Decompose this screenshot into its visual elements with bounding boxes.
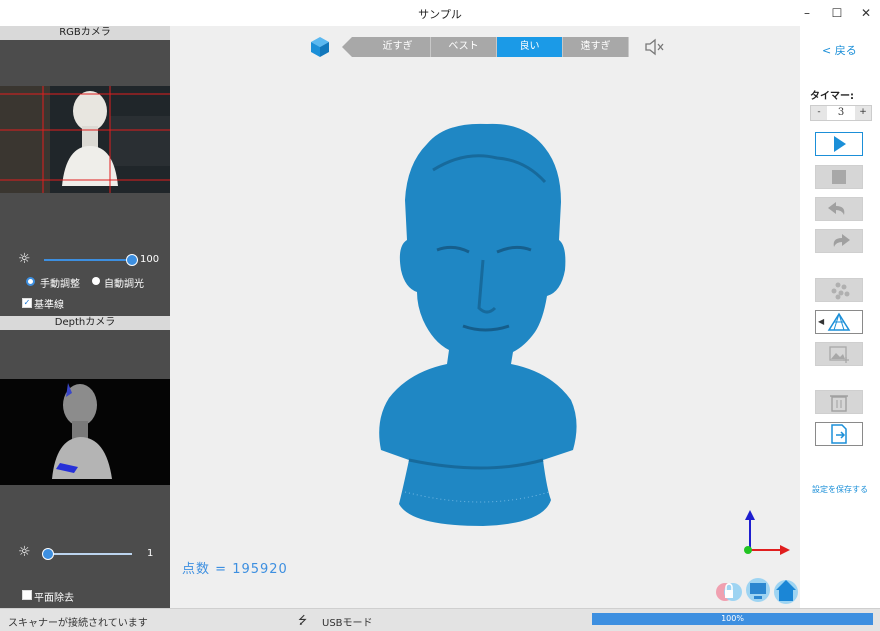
title-bar: サンプル – ☐ ✕ — [0, 0, 880, 27]
depth-camera-header: Depthカメラ — [0, 316, 170, 330]
close-button[interactable]: ✕ — [851, 4, 880, 22]
timer-stepper[interactable]: - 3 + — [810, 105, 872, 121]
point-count-label: 点数 — [182, 562, 211, 577]
brightness-icon: ☼ — [18, 251, 31, 267]
export-button[interactable] — [815, 422, 863, 446]
point-count-equals: = — [215, 562, 228, 577]
back-link[interactable]: < 戻る — [822, 42, 857, 58]
timer-value[interactable]: 3 — [827, 106, 855, 120]
timer-plus-button[interactable]: + — [855, 106, 871, 120]
timer-label: タイマー: — [810, 91, 854, 102]
progress-text: 100% — [721, 614, 744, 623]
rgb-brightness-value: 100 — [140, 254, 160, 265]
start-scan-button[interactable] — [815, 132, 863, 156]
usb-icon: ⭍ — [298, 614, 308, 627]
plane-removal-label: 平面除去 — [34, 593, 74, 604]
quality-segment-2: ベスト — [431, 37, 497, 57]
undo-icon — [828, 202, 845, 215]
depth-brightness-slider[interactable] — [44, 553, 132, 555]
depth-camera-preview — [0, 379, 170, 485]
usb-mode-text: USBモード — [322, 618, 373, 629]
device-screen-icon[interactable] — [744, 576, 772, 607]
caret-left-icon: ◀ — [818, 317, 825, 326]
right-panel: < 戻る タイマー: - 3 + ◀ 設定を保存する — [800, 26, 880, 608]
trash-icon — [830, 395, 848, 412]
minimize-button[interactable]: – — [792, 4, 822, 22]
save-settings-link[interactable]: 設定を保存する — [812, 484, 868, 495]
stop-scan-button[interactable] — [815, 165, 863, 189]
window-title: サンプル — [418, 8, 462, 21]
left-panel: RGBカメラ ☼ 100 手動調整 自動調光 ✓ 基準線 Depthカメラ ☼ … — [0, 26, 170, 608]
point-cloud-icon — [831, 282, 850, 300]
rgb-brightness-knob[interactable] — [126, 254, 138, 266]
redo-icon — [833, 234, 850, 247]
rgb-brightness-fill — [44, 259, 132, 261]
quality-segment-4: 遠すぎ — [563, 37, 629, 57]
reference-lines-label: 基準線 — [34, 300, 64, 311]
plane-removal-checkbox[interactable] — [22, 590, 32, 600]
status-bar: スキャナーが接続されています ⭍ USBモード 100% — [0, 608, 880, 631]
auto-light-label: 自動調光 — [104, 279, 144, 290]
scan-viewport[interactable]: 近すぎ ベスト 良い 遠すぎ 点数 = 195920 — [170, 26, 800, 608]
quality-arrow-icon — [340, 37, 366, 62]
mesh-button[interactable]: ◀ — [815, 310, 863, 334]
point-cloud-model — [375, 120, 595, 533]
image-add-icon — [829, 346, 849, 363]
texture-button[interactable] — [815, 342, 863, 366]
depth-brightness-value: 1 — [147, 548, 154, 559]
point-cloud-button[interactable] — [815, 278, 863, 302]
progress-bar: 100% — [592, 613, 873, 625]
manual-adjust-radio[interactable] — [26, 277, 35, 286]
rgb-camera-header: RGBカメラ — [0, 26, 170, 40]
cloud-lock-icon[interactable] — [715, 576, 743, 607]
auto-light-radio[interactable] — [92, 277, 100, 285]
stop-icon — [832, 170, 846, 184]
redo-button[interactable] — [815, 229, 863, 253]
maximize-button[interactable]: ☐ — [822, 4, 852, 22]
delete-button[interactable] — [815, 390, 863, 414]
play-icon — [834, 136, 846, 152]
timer-minus-button[interactable]: - — [811, 106, 827, 120]
depth-brightness-icon: ☼ — [18, 544, 31, 560]
mute-icon[interactable] — [644, 38, 666, 59]
quality-segment-3: 良い — [497, 37, 563, 57]
rgb-camera-preview — [0, 86, 170, 193]
cube-view-icon[interactable] — [310, 36, 330, 61]
undo-button[interactable] — [815, 197, 863, 221]
point-count-value: 195920 — [232, 562, 288, 577]
axis-gizmo-icon — [740, 510, 792, 561]
quality-segment-1: 近すぎ — [365, 37, 431, 57]
depth-brightness-knob[interactable] — [42, 548, 54, 560]
connection-status: スキャナーが接続されています — [8, 618, 148, 629]
export-file-icon — [831, 424, 847, 444]
manual-adjust-label: 手動調整 — [40, 279, 80, 290]
reference-lines-checkbox[interactable]: ✓ — [22, 298, 32, 308]
home-icon[interactable] — [772, 576, 800, 607]
point-count: 点数 = 195920 — [182, 558, 288, 577]
